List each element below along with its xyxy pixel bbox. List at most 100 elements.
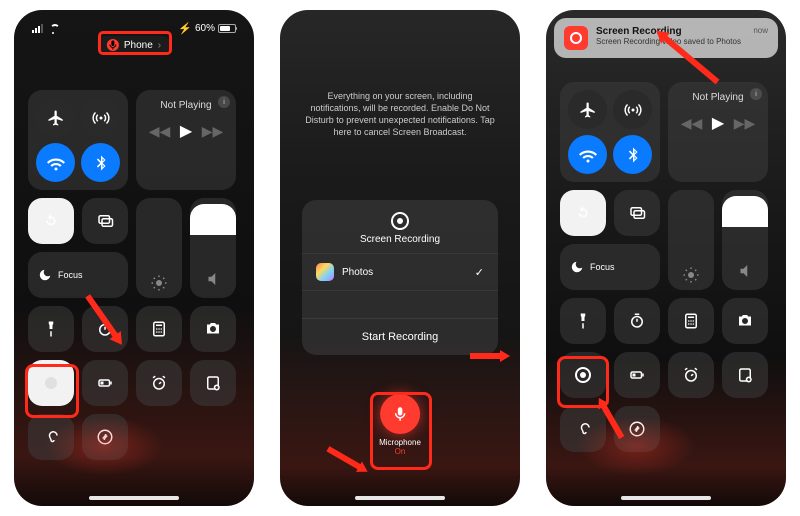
home-indicator[interactable] xyxy=(355,496,445,500)
battery-percent: 60% xyxy=(195,23,215,34)
screen-mirroring-button[interactable] xyxy=(614,190,660,236)
home-indicator[interactable] xyxy=(621,496,711,500)
shazam-button[interactable] xyxy=(614,406,660,452)
signal-cluster xyxy=(32,23,59,35)
microphone-label: MicrophoneOn xyxy=(379,438,421,456)
battery-icon xyxy=(218,24,236,33)
airplane-toggle[interactable] xyxy=(36,98,75,137)
airplay-icon[interactable]: i xyxy=(750,88,762,100)
microphone-icon xyxy=(391,405,409,423)
now-playing-tile[interactable]: i Not Playing ◀◀ ▶ ▶▶ xyxy=(136,90,236,190)
notification-subtitle: Screen Recording video saved to Photos xyxy=(596,37,745,46)
cell-bars-icon xyxy=(32,24,43,33)
cellular-toggle[interactable] xyxy=(81,98,120,137)
brightness-icon xyxy=(682,266,700,284)
flashlight-button[interactable] xyxy=(28,306,74,352)
sheet-title: Screen Recording xyxy=(360,234,440,245)
notification-time: now xyxy=(753,26,768,50)
battery-cluster: ⚡ 60% xyxy=(178,22,236,35)
broadcast-warning-text[interactable]: Everything on your screen, including not… xyxy=(302,90,498,139)
bluetooth-toggle[interactable] xyxy=(81,143,120,182)
low-power-button[interactable] xyxy=(614,352,660,398)
quick-note-button[interactable] xyxy=(190,360,236,406)
cellular-toggle[interactable] xyxy=(613,90,652,129)
calculator-button[interactable] xyxy=(136,306,182,352)
charge-icon: ⚡ xyxy=(178,22,192,35)
checkmark-icon: ✓ xyxy=(475,266,484,279)
calculator-button[interactable] xyxy=(668,298,714,344)
annotation-arrow xyxy=(323,443,371,481)
flashlight-button[interactable] xyxy=(560,298,606,344)
focus-label: Focus xyxy=(590,262,615,272)
camera-button[interactable] xyxy=(722,298,768,344)
volume-slider[interactable] xyxy=(190,198,236,298)
destination-row-empty xyxy=(302,290,498,318)
quick-note-button[interactable] xyxy=(722,352,768,398)
panel-control-center-1: ⚡ 60% Phone › i Not Playing ◀◀ ▶ ▶▶ xyxy=(14,10,254,506)
now-playing-label: Not Playing xyxy=(676,92,760,103)
prev-track-icon[interactable]: ◀◀ xyxy=(681,115,703,132)
volume-icon xyxy=(736,262,754,280)
timer-button[interactable] xyxy=(614,298,660,344)
play-icon[interactable]: ▶ xyxy=(712,113,724,133)
wifi-toggle[interactable] xyxy=(568,135,607,174)
camera-button[interactable] xyxy=(190,306,236,352)
record-dot-icon xyxy=(45,377,57,389)
wifi-toggle[interactable] xyxy=(36,143,75,182)
airplane-toggle[interactable] xyxy=(568,90,607,129)
sheet-header: Screen Recording xyxy=(302,212,498,253)
focus-button[interactable]: Focus xyxy=(28,252,128,298)
control-center-grid: i Not Playing ◀◀ ▶ ▶▶ Focus xyxy=(28,90,240,460)
status-bar: ⚡ 60% xyxy=(14,22,254,35)
record-ring-icon xyxy=(391,212,409,230)
screen-recording-sheet: Screen Recording Photos ✓ Start Recordin… xyxy=(302,200,498,355)
focus-label: Focus xyxy=(58,270,83,280)
panel-screen-recording-sheet: Everything on your screen, including not… xyxy=(280,10,520,506)
bluetooth-toggle[interactable] xyxy=(613,135,652,174)
next-track-icon[interactable]: ▶▶ xyxy=(734,115,756,132)
hearing-button[interactable] xyxy=(560,406,606,452)
brightness-slider[interactable] xyxy=(136,198,182,298)
home-indicator[interactable] xyxy=(89,496,179,500)
connectivity-tile[interactable] xyxy=(28,90,128,190)
screen-mirroring-button[interactable] xyxy=(82,198,128,244)
wifi-icon xyxy=(47,23,59,35)
orientation-lock-button[interactable] xyxy=(560,190,606,236)
now-playing-tile[interactable]: i Not Playing ◀◀ ▶ ▶▶ xyxy=(668,82,768,182)
mic-circle xyxy=(380,394,420,434)
screen-record-button[interactable] xyxy=(560,352,606,398)
prev-track-icon[interactable]: ◀◀ xyxy=(149,123,171,140)
hearing-button[interactable] xyxy=(28,414,74,460)
now-playing-label: Not Playing xyxy=(144,100,228,111)
record-ring-icon xyxy=(575,367,591,383)
microphone-toggle[interactable]: MicrophoneOn xyxy=(379,394,421,456)
connectivity-tile[interactable] xyxy=(560,82,660,182)
phone-pill-label: Phone xyxy=(124,40,153,51)
airplay-icon[interactable]: i xyxy=(218,96,230,108)
volume-icon xyxy=(204,270,222,288)
orientation-lock-button[interactable] xyxy=(28,198,74,244)
control-center-grid: i Not Playing ◀◀ ▶ ▶▶ Focus xyxy=(560,82,772,452)
volume-slider[interactable] xyxy=(722,190,768,290)
focus-button[interactable]: Focus xyxy=(560,244,660,290)
alarm-button[interactable] xyxy=(668,352,714,398)
play-icon[interactable]: ▶ xyxy=(180,121,192,141)
low-power-button[interactable] xyxy=(82,360,128,406)
panel-control-center-2: Screen Recording Screen Recording video … xyxy=(546,10,786,506)
screen-record-button[interactable] xyxy=(28,360,74,406)
mic-dot-icon xyxy=(107,39,119,51)
phone-recording-pill[interactable]: Phone › xyxy=(97,36,171,54)
notification-title: Screen Recording xyxy=(596,26,745,37)
brightness-icon xyxy=(150,274,168,292)
destination-row-photos[interactable]: Photos ✓ xyxy=(302,253,498,290)
start-recording-button[interactable]: Start Recording xyxy=(302,318,498,355)
shazam-button[interactable] xyxy=(82,414,128,460)
notification-app-icon xyxy=(564,26,588,50)
destination-label: Photos xyxy=(342,267,373,278)
alarm-button[interactable] xyxy=(136,360,182,406)
screen-recording-notification[interactable]: Screen Recording Screen Recording video … xyxy=(554,18,778,58)
brightness-slider[interactable] xyxy=(668,190,714,290)
next-track-icon[interactable]: ▶▶ xyxy=(202,123,224,140)
photos-app-icon xyxy=(316,263,334,281)
timer-button[interactable] xyxy=(82,306,128,352)
